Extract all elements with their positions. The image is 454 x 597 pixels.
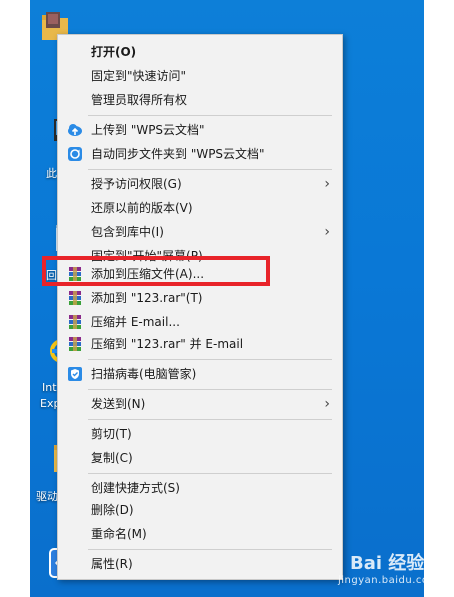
menu-item-label: 添加到 "123.rar"(T) [91, 291, 203, 305]
watermark-brand: Bai 经验 [350, 553, 425, 574]
menu-item-send-to[interactable]: 发送到(N) › [58, 393, 342, 415]
menu-item-include-library[interactable]: 包含到库中(I) › [58, 221, 342, 243]
menu-item-sync-wps[interactable]: 自动同步文件夹到 "WPS云文档" [58, 143, 342, 165]
menu-item-compress-123-email[interactable]: 压缩到 "123.rar" 并 E-mail [58, 333, 342, 355]
desktop-icon-label: 驱动 [36, 490, 58, 503]
winrar-icon [67, 290, 83, 306]
menu-item-label: 授予访问权限(G) [91, 177, 182, 191]
menu-item-delete[interactable]: 删除(D) [58, 499, 342, 521]
menu-item-take-ownership[interactable]: 管理员取得所有权 [58, 89, 342, 111]
sync-folder-icon [67, 146, 83, 162]
menu-item-label: 复制(C) [91, 451, 133, 465]
menu-item-label: 压缩到 "123.rar" 并 E-mail [91, 337, 244, 351]
menu-item-cut[interactable]: 剪切(T) [58, 423, 342, 445]
menu-item-restore-versions[interactable]: 还原以前的版本(V) [58, 197, 342, 219]
desktop-icon-label: 此 [46, 167, 57, 180]
menu-item-label: 扫描病毒(电脑管家) [91, 367, 197, 381]
menu-item-compress-email[interactable]: 压缩并 E-mail... [58, 311, 342, 333]
menu-item-label: 添加到压缩文件(A)... [91, 267, 205, 281]
menu-item-open[interactable]: 打开(O) [58, 41, 342, 63]
menu-item-label: 重命名(M) [91, 527, 147, 541]
baidu-watermark: Bai 经验 jingyan.baidu.com [310, 547, 438, 591]
menu-item-label: 上传到 "WPS云文档" [91, 123, 205, 137]
context-menu: 打开(O) 固定到"快速访问" 管理员取得所有权 上传到 "WPS云文档" 自动… [57, 34, 343, 580]
menu-item-label: 管理员取得所有权 [91, 93, 188, 107]
menu-item-label: 创建快捷方式(S) [91, 481, 180, 495]
chevron-right-icon: › [324, 396, 330, 412]
menu-item-rename[interactable]: 重命名(M) [58, 523, 342, 545]
menu-item-label: 属性(R) [91, 557, 133, 571]
menu-separator [88, 549, 332, 550]
desktop-icon-label: 回 [46, 269, 57, 282]
desktop-icon-label: Int [42, 381, 57, 394]
menu-separator [88, 419, 332, 420]
chevron-right-icon: › [324, 176, 330, 192]
winrar-icon [67, 336, 83, 352]
menu-item-label: 压缩并 E-mail... [91, 315, 180, 329]
menu-item-label: 固定到"快速访问" [91, 69, 187, 83]
menu-item-label: 还原以前的版本(V) [91, 201, 193, 215]
menu-separator [88, 169, 332, 170]
menu-item-label: 打开(O) [91, 45, 137, 59]
menu-item-add-to-123-rar[interactable]: 添加到 "123.rar"(T) [58, 287, 342, 309]
menu-item-properties[interactable]: 属性(R) [58, 553, 342, 575]
menu-separator [88, 115, 332, 116]
menu-item-virus-scan[interactable]: 扫描病毒(电脑管家) [58, 363, 342, 385]
menu-item-label: 发送到(N) [91, 397, 146, 411]
menu-separator [88, 359, 332, 360]
cloud-upload-icon [67, 122, 83, 138]
chevron-right-icon: › [324, 224, 330, 240]
menu-item-grant-access[interactable]: 授予访问权限(G) › [58, 173, 342, 195]
shield-icon [67, 366, 83, 382]
menu-separator [88, 473, 332, 474]
menu-item-label: 自动同步文件夹到 "WPS云文档" [91, 147, 265, 161]
winrar-icon [67, 314, 83, 330]
menu-item-label: 剪切(T) [91, 427, 132, 441]
menu-separator [88, 389, 332, 390]
menu-item-label: 删除(D) [91, 503, 134, 517]
menu-item-create-shortcut[interactable]: 创建快捷方式(S) [58, 477, 342, 499]
menu-item-add-to-archive[interactable]: 添加到压缩文件(A)... [58, 263, 342, 285]
watermark-url: jingyan.baidu.com [338, 575, 439, 586]
menu-item-upload-wps[interactable]: 上传到 "WPS云文档" [58, 119, 342, 141]
menu-item-label: 包含到库中(I) [91, 225, 164, 239]
menu-item-pin-quick-access[interactable]: 固定到"快速访问" [58, 65, 342, 87]
winrar-icon [67, 266, 83, 282]
menu-item-copy[interactable]: 复制(C) [58, 447, 342, 469]
